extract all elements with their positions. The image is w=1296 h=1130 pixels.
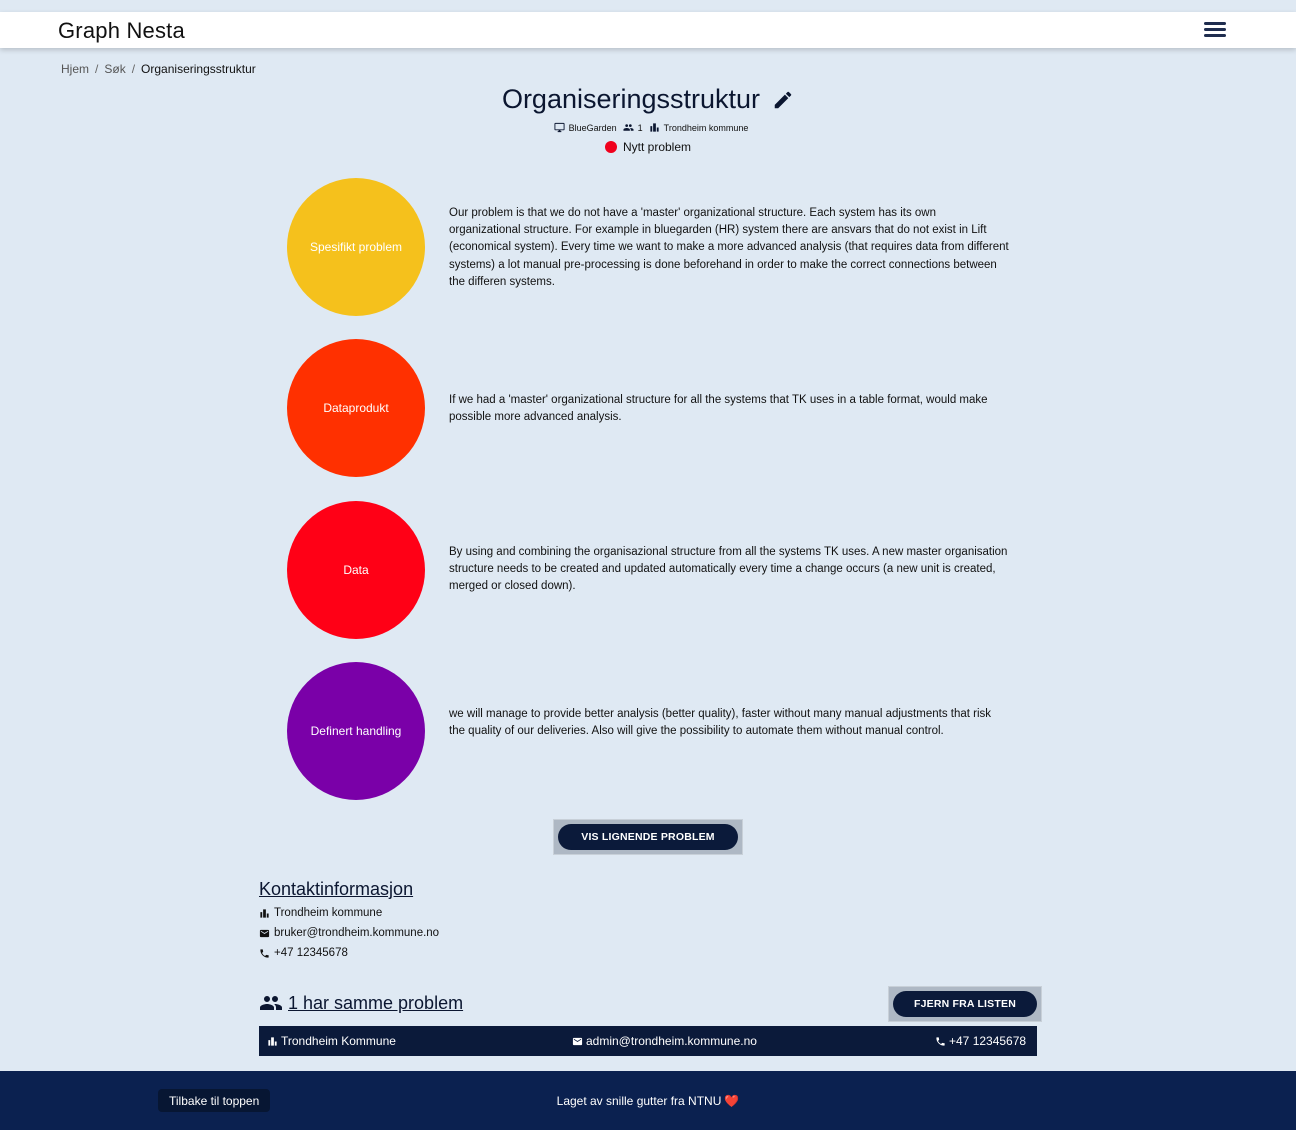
page-title: Organiseringsstruktur — [501, 84, 761, 114]
contact-organization: Trondheim kommune — [259, 907, 382, 919]
status-badge: Nytt problem — [0, 140, 1296, 154]
breadcrumb-separator: / — [95, 62, 99, 76]
title-row: Organiseringsstruktur — [0, 84, 1296, 115]
same-problem-link[interactable]: 1 har samme problem — [288, 993, 463, 1014]
row-phone-text: +47 12345678 — [949, 1034, 1027, 1048]
remove-from-list-button[interactable]: FJERN FRA LISTEN — [893, 991, 1037, 1017]
section-definert-handling: Definert handling we will manage to prov… — [287, 662, 1027, 800]
section-circle: Dataprodukt — [287, 339, 425, 477]
contact-title[interactable]: Kontaktinformasjon — [259, 879, 413, 900]
section-text: Our problem is that we do not have a 'ma… — [449, 207, 1009, 288]
contact-organization-text: Trondheim kommune — [274, 907, 383, 919]
breadcrumb-search[interactable]: Søk — [104, 62, 125, 76]
footer-credit-text: Laget av snille gutter fra NTNU — [556, 1094, 722, 1108]
people-icon — [260, 996, 282, 1010]
problem-meta: BlueGarden 1 Trondheim kommune — [0, 122, 1296, 133]
contact-phone-text: +47 12345678 — [274, 947, 348, 959]
row-email-text: admin@trondheim.kommune.no — [586, 1034, 757, 1048]
brand-logo[interactable]: Graph Nesta — [58, 18, 185, 44]
section-spesifikt-problem: Spesifikt problem Our problem is that we… — [287, 178, 1027, 316]
contact-phone: +47 12345678 — [259, 947, 348, 959]
hamburger-menu-icon[interactable] — [1203, 19, 1227, 41]
building-icon — [268, 1036, 277, 1046]
footer-credit: Laget av snille gutter fra NTNU ❤️ — [0, 1094, 1296, 1108]
people-icon — [623, 124, 634, 131]
user-count: 1 — [637, 122, 643, 133]
similar-button-frame: VIS LIGNENDE PROBLEM — [553, 819, 743, 855]
breadcrumb-separator: / — [131, 62, 136, 76]
phone-icon — [936, 1036, 945, 1046]
status-label: Nytt problem — [622, 140, 692, 154]
building-icon — [650, 123, 659, 132]
system-name: BlueGarden — [568, 122, 617, 133]
row-organization-text: Trondheim Kommune — [281, 1034, 396, 1048]
row-email: admin@trondheim.kommune.no — [572, 1034, 757, 1048]
row-phone: +47 12345678 — [935, 1034, 1026, 1048]
mail-icon — [259, 929, 270, 937]
section-circle: Data — [287, 501, 425, 639]
section-dataprodukt: Dataprodukt If we had a 'master' organiz… — [287, 339, 1027, 477]
section-circle: Spesifikt problem — [287, 178, 425, 316]
pencil-edit-icon[interactable] — [772, 89, 794, 111]
contact-email: bruker@trondheim.kommune.no — [259, 927, 439, 939]
breadcrumb-current: Organiseringsstruktur — [141, 62, 256, 76]
section-text: By using and combining the organisaziona… — [449, 546, 1008, 593]
organization-name: Trondheim kommune — [663, 122, 749, 133]
section-text: we will manage to provide better analysi… — [449, 708, 992, 738]
phone-icon — [260, 948, 269, 958]
footer: Tilbake til toppen Laget av snille gutte… — [0, 1071, 1296, 1130]
section-text: If we had a 'master' organizational stru… — [449, 394, 988, 424]
heart-icon: ❤️ — [724, 1094, 740, 1108]
table-row: Trondheim Kommune admin@trondheim.kommun… — [259, 1026, 1037, 1056]
remove-button-frame: FJERN FRA LISTEN — [888, 986, 1042, 1022]
mail-icon — [572, 1037, 583, 1045]
status-dot — [604, 141, 617, 153]
same-problem-header: 1 har samme problem — [259, 991, 463, 1015]
breadcrumb-home[interactable]: Hjem — [61, 62, 89, 76]
row-organization: Trondheim Kommune — [267, 1034, 396, 1048]
monitor-icon — [554, 122, 565, 133]
top-navbar: Graph Nesta — [0, 12, 1296, 48]
section-circle: Definert handling — [287, 662, 425, 800]
contact-email-text: bruker@trondheim.kommune.no — [274, 927, 440, 939]
breadcrumb: Hjem / Søk / Organiseringsstruktur — [61, 62, 256, 76]
show-similar-button[interactable]: VIS LIGNENDE PROBLEM — [558, 824, 738, 850]
building-icon — [260, 908, 269, 918]
section-data: Data By using and combining the organisa… — [287, 501, 1027, 639]
